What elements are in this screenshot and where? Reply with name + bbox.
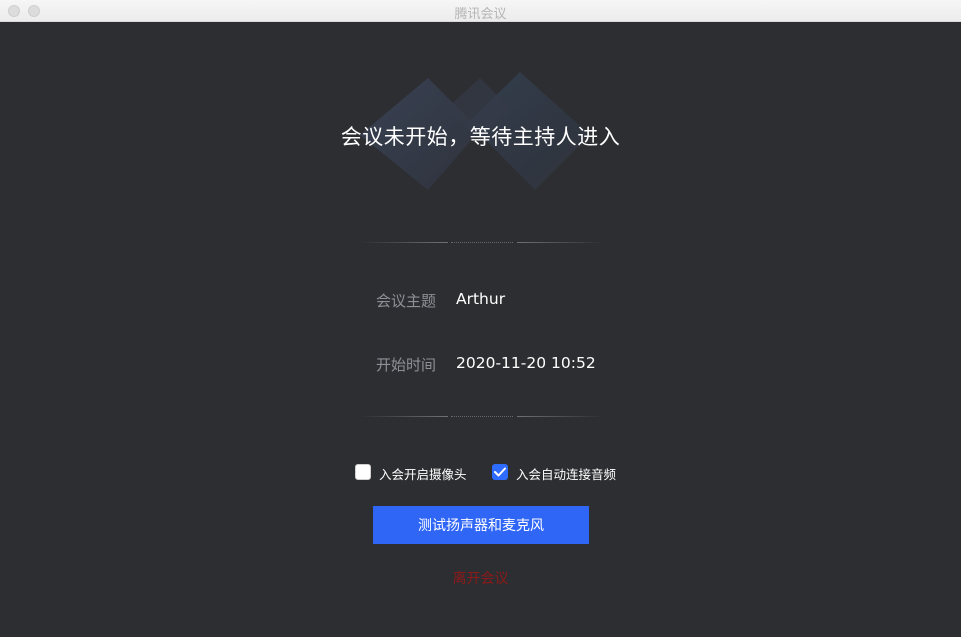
auto-audio-label[interactable]: 入会自动连接音频 [516,464,616,483]
check-icon [494,467,506,477]
test-speaker-mic-button[interactable]: 测试扬声器和麦克风 [373,506,589,544]
title-bar[interactable]: 腾讯会议 [0,0,961,22]
meeting-subject-label: 会议主题 [375,292,436,310]
auto-audio-checkbox[interactable] [492,464,508,480]
start-time-value: 2020-11-20 10:52 [456,354,596,372]
divider-bottom [360,416,605,418]
leave-meeting-link[interactable]: 离开会议 [0,568,961,588]
meeting-window: 腾讯会议 会议未开始，等待主持人进入 会议主题 Arthur 开始时间 2020… [0,0,961,637]
divider-right-segment [517,242,605,243]
waiting-headline: 会议未开始，等待主持人进入 [340,125,621,149]
divider-dotted-segment [451,242,513,244]
start-time-label: 开始时间 [375,356,436,374]
divider-dotted-segment [451,416,513,418]
divider-left-segment [360,242,448,243]
divider-top [360,242,605,244]
window-title: 腾讯会议 [454,7,507,22]
camera-on-join-checkbox[interactable] [355,464,371,480]
camera-on-join-label[interactable]: 入会开启摄像头 [379,464,467,483]
divider-right-segment [517,416,605,417]
meeting-subject-value: Arthur [456,290,506,308]
divider-left-segment [360,416,448,417]
